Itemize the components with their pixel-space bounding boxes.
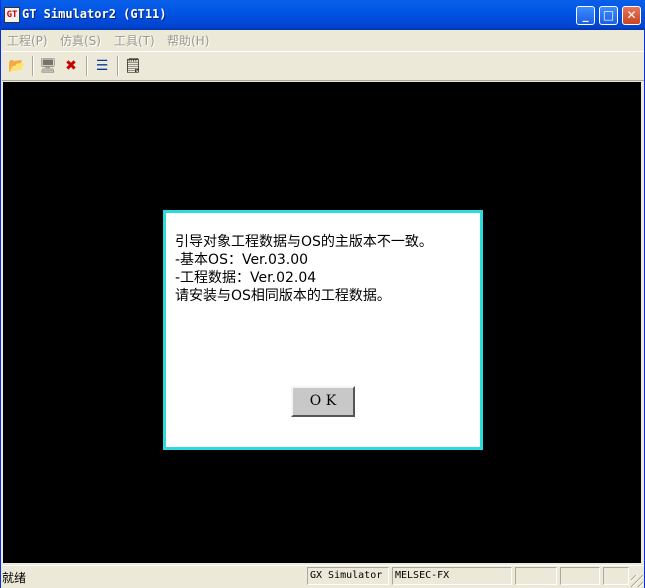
stop-simulation-icon[interactable]: ✖ (61, 56, 81, 76)
device-monitor-icon[interactable]: ☰ (92, 56, 112, 76)
resize-grip[interactable] (631, 575, 643, 587)
minimize-button[interactable]: _ (576, 6, 595, 25)
dialog-message-line: -基本OS：Ver.03.00 (175, 252, 309, 268)
title-bar[interactable]: GT GT Simulator2 (GT11) _ □ ✕ (1, 0, 645, 30)
toolbar-separator (86, 56, 88, 76)
toolbar-separator (117, 56, 119, 76)
window-title: GT Simulator2 (GT11) (22, 7, 167, 21)
app-window: GT GT Simulator2 (GT11) _ □ ✕ 工程(P) 仿真(S… (0, 0, 645, 588)
version-mismatch-dialog: 引导对象工程数据与OS的主版本不一致。 -基本OS：Ver.03.00 -工程数… (163, 210, 483, 450)
status-pane-simulator: GX Simulator (307, 567, 389, 585)
dialog-message-line: 请安装与OS相同版本的工程数据。 (175, 288, 391, 304)
menu-tools[interactable]: 工具(T) (114, 32, 155, 49)
dialog-message-line: 引导对象工程数据与OS的主版本不一致。 (175, 234, 433, 250)
simulator-screen[interactable]: 引导对象工程数据与OS的主版本不一致。 -基本OS：Ver.03.00 -工程数… (3, 82, 641, 563)
menu-bar: 工程(P) 仿真(S) 工具(T) 帮助(H) (2, 30, 644, 50)
status-pane-empty (560, 567, 600, 585)
toolbar: 📂 🖥 ✖ ☰ 🗒 (2, 51, 644, 81)
status-text: 就绪 (2, 571, 27, 585)
app-icon[interactable]: GT (4, 7, 20, 23)
options-icon[interactable]: 🗒 (123, 56, 143, 76)
communication-icon[interactable]: 🖥 (38, 56, 58, 76)
dialog-message-line: -工程数据：Ver.02.04 (175, 270, 317, 286)
status-bar: 就绪 GX Simulator MELSEC-FX (2, 565, 644, 588)
status-pane-plc-type: MELSEC-FX (392, 567, 512, 585)
maximize-button[interactable]: □ (599, 6, 618, 25)
toolbar-separator (32, 56, 34, 76)
open-folder-icon[interactable]: 📂 (7, 56, 27, 76)
ok-button[interactable]: O K (291, 386, 355, 417)
menu-help[interactable]: 帮助(H) (167, 32, 209, 49)
status-pane-empty (603, 567, 629, 585)
close-button[interactable]: ✕ (622, 6, 641, 25)
status-pane-empty (515, 567, 557, 585)
menu-project[interactable]: 工程(P) (7, 32, 48, 49)
menu-simulation[interactable]: 仿真(S) (60, 32, 101, 49)
